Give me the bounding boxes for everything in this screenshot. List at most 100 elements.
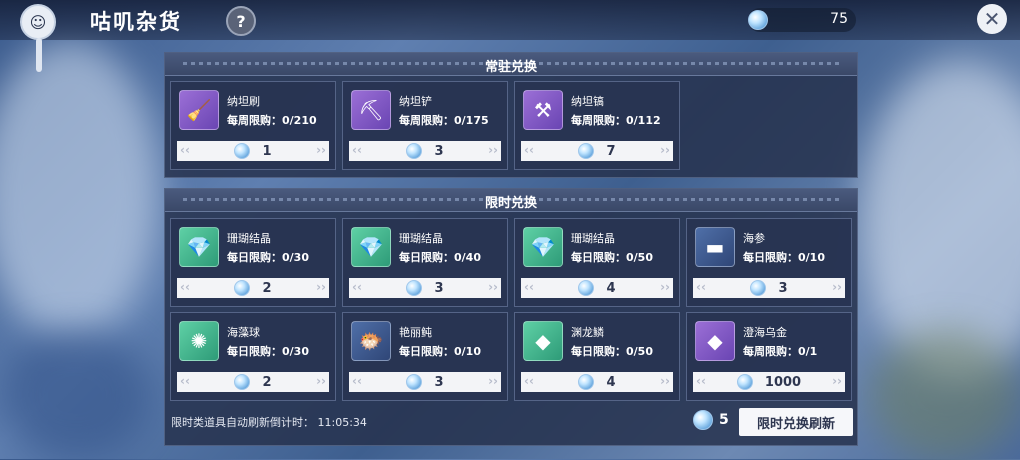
shop-item-card[interactable]: ✺ 海藻球 每日限购：0/30 ‹‹ 2 ›› [170, 312, 336, 401]
right-arrow-icon: ›› [832, 280, 842, 294]
price-value: 1000 [764, 374, 802, 390]
purchase-limit: 每周限购：0/1 [743, 345, 818, 358]
purchase-limit: 每日限购：0/10 [743, 251, 825, 264]
limited-refresh-button[interactable]: 限时兑换刷新 [739, 408, 853, 436]
gem-icon [578, 143, 595, 159]
right-arrow-icon: ›› [660, 374, 670, 388]
price-value: 1 [262, 143, 272, 159]
price-button[interactable]: ‹‹ 7 ›› [521, 141, 673, 161]
gem-icon [750, 280, 767, 296]
refresh-countdown: 限时类道具自动刷新倒计时： 11:05:34 [171, 416, 367, 429]
close-button[interactable]: ✕ [977, 4, 1007, 34]
shop-item-card[interactable]: ◆ 渊龙鳞 每日限购：0/50 ‹‹ 4 ›› [514, 312, 680, 401]
purchase-limit: 每周限购：0/175 [399, 114, 489, 127]
shop-item-card[interactable]: 🧹 纳坦刷 每周限购：0/210 ‹‹ 1 ›› [170, 81, 336, 170]
left-arrow-icon: ‹‹ [180, 143, 190, 157]
shop-item-card[interactable]: ▬ 海参 每日限购：0/10 ‹‹ 3 ›› [686, 218, 852, 307]
price-button[interactable]: ‹‹ 1000 ›› [693, 372, 845, 392]
panel-title: 限时兑换 [484, 196, 537, 211]
right-arrow-icon: ›› [316, 374, 326, 388]
avatar[interactable]: ☺ [20, 4, 56, 40]
item-name: 海参 [743, 232, 765, 245]
item-name: 珊瑚结晶 [227, 232, 271, 245]
shop-item-card[interactable]: ⚒ 纳坦镐 每周限购：0/112 ‹‹ 7 ›› [514, 81, 680, 170]
price-button[interactable]: ‹‹ 3 ›› [349, 278, 501, 298]
item-name: 纳坦刷 [227, 95, 260, 108]
right-arrow-icon: ›› [660, 280, 670, 294]
item-name: 纳坦镐 [571, 95, 604, 108]
gem-icon [578, 374, 595, 390]
item-icon: 💎 [351, 227, 391, 267]
background-blob [0, 330, 150, 460]
shop-item-card[interactable]: 💎 珊瑚结晶 每日限购：0/50 ‹‹ 4 ›› [514, 218, 680, 307]
right-arrow-icon: ›› [488, 280, 498, 294]
shop-item-card[interactable]: ◆ 澄海乌金 每周限购：0/1 ‹‹ 1000 ›› [686, 312, 852, 401]
price-button[interactable]: ‹‹ 3 ›› [349, 141, 501, 161]
item-icon: ◆ [523, 321, 563, 361]
item-name: 澄海乌金 [743, 326, 787, 339]
price-value: 4 [606, 280, 616, 296]
item-name: 纳坦铲 [399, 95, 432, 108]
item-icon: ◆ [695, 321, 735, 361]
price-value: 2 [262, 374, 272, 390]
purchase-limit: 每日限购：0/50 [571, 251, 653, 264]
price-value: 4 [606, 374, 616, 390]
shop-item-card[interactable]: 💎 珊瑚结晶 每日限购：0/30 ‹‹ 2 ›› [170, 218, 336, 307]
gem-icon [406, 143, 423, 159]
purchase-limit: 每日限购：0/50 [571, 345, 653, 358]
shop-title: 咕叽杂货 [90, 10, 182, 34]
item-icon: 🧹 [179, 90, 219, 130]
purchase-limit: 每日限购：0/40 [399, 251, 481, 264]
item-icon: 🐡 [351, 321, 391, 361]
price-button[interactable]: ‹‹ 1 ›› [177, 141, 329, 161]
right-arrow-icon: ›› [316, 143, 326, 157]
price-button[interactable]: ‹‹ 3 ›› [693, 278, 845, 298]
shop-item-card[interactable]: 🐡 艳丽鲀 每日限购：0/10 ‹‹ 3 ›› [342, 312, 508, 401]
left-arrow-icon: ‹‹ [696, 280, 706, 294]
left-arrow-icon: ‹‹ [180, 280, 190, 294]
help-button[interactable]: ? [226, 6, 256, 36]
gem-icon [748, 10, 768, 30]
item-name: 艳丽鲀 [399, 326, 432, 339]
shop-item-card[interactable]: 💎 珊瑚结晶 每日限购：0/40 ‹‹ 3 ›› [342, 218, 508, 307]
left-arrow-icon: ‹‹ [352, 280, 362, 294]
price-value: 3 [434, 143, 444, 159]
price-button[interactable]: ‹‹ 2 ›› [177, 372, 329, 392]
right-arrow-icon: ›› [316, 280, 326, 294]
shop-item-card[interactable]: ⛏ 纳坦铲 每周限购：0/175 ‹‹ 3 ›› [342, 81, 508, 170]
item-icon: ▬ [695, 227, 735, 267]
gem-icon [578, 280, 595, 296]
left-arrow-icon: ‹‹ [352, 143, 362, 157]
item-name: 珊瑚结晶 [399, 232, 443, 245]
purchase-limit: 每日限购：0/30 [227, 251, 309, 264]
left-arrow-icon: ‹‹ [524, 280, 534, 294]
item-name: 珊瑚结晶 [571, 232, 615, 245]
gem-icon [406, 280, 423, 296]
price-value: 2 [262, 280, 272, 296]
gem-icon [234, 280, 251, 296]
price-value: 3 [778, 280, 788, 296]
price-button[interactable]: ‹‹ 4 ›› [521, 372, 673, 392]
left-arrow-icon: ‹‹ [524, 143, 534, 157]
price-button[interactable]: ‹‹ 2 ›› [177, 278, 329, 298]
item-name: 海藻球 [227, 326, 260, 339]
item-icon: ✺ [179, 321, 219, 361]
price-button[interactable]: ‹‹ 4 ›› [521, 278, 673, 298]
left-arrow-icon: ‹‹ [180, 374, 190, 388]
purchase-limit: 每日限购：0/30 [227, 345, 309, 358]
background-blob [870, 330, 1020, 460]
price-button[interactable]: ‹‹ 3 ›› [349, 372, 501, 392]
avatar-slider-handle[interactable] [36, 38, 42, 72]
item-icon: ⛏ [351, 90, 391, 130]
right-arrow-icon: ›› [488, 143, 498, 157]
left-arrow-icon: ‹‹ [696, 374, 706, 388]
panel-header: 限时兑换 [165, 189, 857, 212]
panel-header: 常驻兑换 [165, 53, 857, 76]
item-icon: ⚒ [523, 90, 563, 130]
right-arrow-icon: ›› [832, 374, 842, 388]
panel-title: 常驻兑换 [484, 60, 537, 75]
permanent-exchange-panel: 常驻兑换 🧹 纳坦刷 每周限购：0/210 ‹‹ 1 ›› ⛏ 纳坦铲 每周限购… [164, 52, 858, 178]
price-value: 7 [606, 143, 616, 159]
item-icon: 💎 [179, 227, 219, 267]
left-arrow-icon: ‹‹ [352, 374, 362, 388]
